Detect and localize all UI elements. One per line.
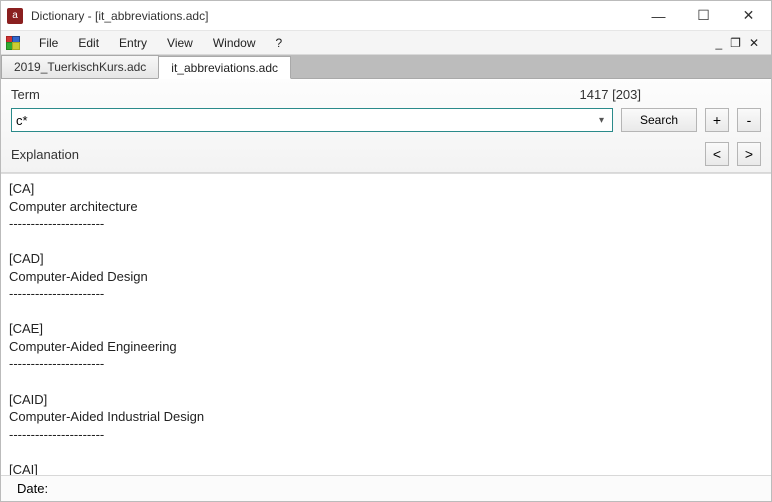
remove-button[interactable]: -: [737, 108, 761, 132]
title-bar: a Dictionary - [it_abbreviations.adc] — …: [1, 1, 771, 31]
menu-view[interactable]: View: [157, 33, 203, 53]
mdi-window-controls: _ ❐ ✕: [713, 36, 767, 50]
next-button[interactable]: >: [737, 142, 761, 166]
explanation-label: Explanation: [11, 147, 79, 162]
document-tab[interactable]: it_abbreviations.adc: [158, 56, 291, 79]
search-button[interactable]: Search: [621, 108, 697, 132]
close-button[interactable]: ✕: [726, 1, 771, 31]
app-icon: a: [7, 8, 23, 24]
term-label: Term: [11, 87, 40, 102]
document-tab[interactable]: 2019_TuerkischKurs.adc: [1, 55, 159, 78]
app-menu-icon: [5, 35, 21, 51]
menu-window[interactable]: Window: [203, 33, 266, 53]
menu-entry[interactable]: Entry: [109, 33, 157, 53]
status-bar: Date:: [1, 475, 771, 501]
result-count: 1417 [203]: [580, 87, 641, 102]
term-combo[interactable]: ▾: [11, 108, 613, 132]
search-panel: Term 1417 [203] ▾ Search + - Explanation…: [1, 79, 771, 173]
term-input[interactable]: [16, 113, 595, 128]
menu-file[interactable]: File: [29, 33, 68, 53]
window-title: Dictionary - [it_abbreviations.adc]: [31, 9, 208, 23]
mdi-restore-button[interactable]: ❐: [728, 36, 743, 50]
menu-edit[interactable]: Edit: [68, 33, 109, 53]
date-label: Date:: [17, 481, 48, 496]
prev-button[interactable]: <: [705, 142, 729, 166]
menu-bar: FileEditEntryViewWindow? _ ❐ ✕: [1, 31, 771, 55]
document-tab-bar: 2019_TuerkischKurs.adcit_abbreviations.a…: [1, 55, 771, 79]
chevron-down-icon[interactable]: ▾: [595, 115, 608, 126]
mdi-minimize-button[interactable]: _: [713, 36, 724, 50]
mdi-close-button[interactable]: ✕: [747, 36, 761, 50]
maximize-button[interactable]: ☐: [681, 1, 726, 31]
minimize-button[interactable]: —: [636, 1, 681, 31]
results-pane[interactable]: [CA] Computer architecture -------------…: [1, 173, 771, 475]
menu-q[interactable]: ?: [266, 33, 293, 53]
add-button[interactable]: +: [705, 108, 729, 132]
